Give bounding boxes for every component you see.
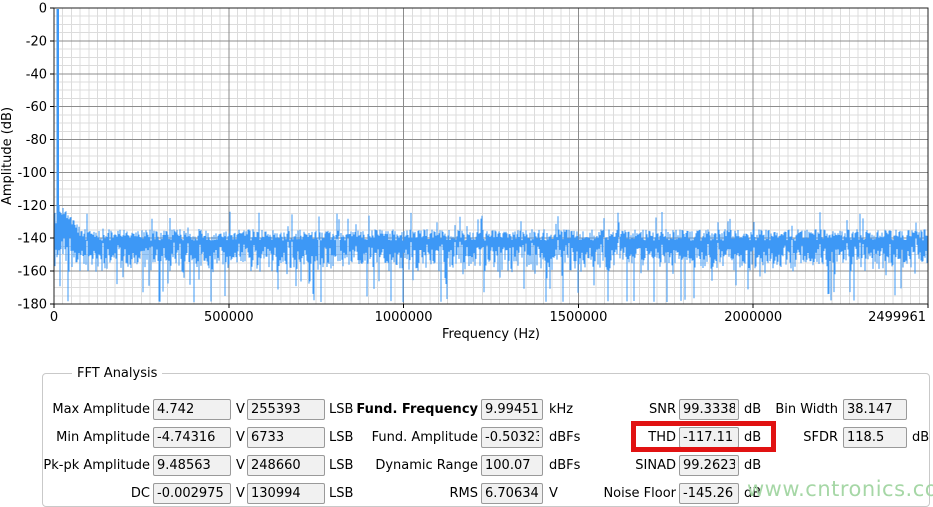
max-amplitude-label: Max Amplitude — [52, 402, 150, 417]
pkpk-amplitude-lsb-unit: LSB — [329, 458, 354, 473]
svg-text:500000: 500000 — [204, 310, 254, 325]
svg-text:-140: -140 — [17, 232, 47, 247]
sfdr-unit: dB — [912, 430, 930, 445]
svg-text:-20: -20 — [26, 34, 47, 49]
fund-amplitude-field[interactable]: -0.503238 — [481, 427, 543, 448]
panel-row-3: Pk-pk Amplitude 9.48563 V 248660 LSB Dyn… — [0, 455, 933, 476]
sfdr-label: SFDR — [803, 430, 838, 445]
sinad-unit: dB — [744, 458, 762, 473]
fund-frequency-label: Fund. Frequency — [356, 402, 478, 417]
noise-floor-label: Noise Floor — [603, 486, 676, 501]
watermark-text: www.cntronics.com — [747, 477, 933, 501]
sinad-field[interactable]: 99.2623 — [679, 455, 739, 476]
bin-width-field[interactable]: 38.147 — [843, 399, 907, 420]
dc-label: DC — [130, 486, 150, 501]
svg-text:Amplitude (dB): Amplitude (dB) — [0, 107, 15, 205]
dynamic-range-field[interactable]: 100.07 — [481, 455, 543, 476]
pkpk-amplitude-lsb-field[interactable]: 248660 — [247, 455, 325, 476]
rms-label: RMS — [449, 486, 478, 501]
rms-unit: V — [549, 486, 558, 501]
dc-v-unit: V — [236, 486, 245, 501]
svg-text:Frequency (Hz): Frequency (Hz) — [442, 327, 540, 342]
min-amplitude-lsb-field[interactable]: 6733 — [247, 427, 325, 448]
svg-text:-60: -60 — [26, 100, 47, 115]
thd-label: THD — [648, 430, 676, 445]
bin-width-label: Bin Width — [775, 402, 838, 417]
panel-row-1: Max Amplitude 4.742 V 255393 LSB Fund. F… — [0, 399, 933, 420]
pkpk-amplitude-v-field[interactable]: 9.48563 — [153, 455, 231, 476]
sinad-label: SINAD — [635, 458, 676, 473]
fft-spectrum-plot: 0 -20 -40 -60 -80 -100 -120 -140 -160 -180 0 500000… — [0, 0, 933, 352]
max-amplitude-v-field[interactable]: 4.742 — [153, 399, 231, 420]
dc-v-field[interactable]: -0.002975 — [153, 483, 231, 504]
svg-text:-180: -180 — [17, 298, 47, 313]
dynamic-range-label: Dynamic Range — [375, 458, 478, 473]
max-amplitude-v-unit: V — [236, 402, 245, 417]
snr-label: SNR — [648, 402, 676, 417]
dc-lsb-unit: LSB — [329, 486, 354, 501]
pkpk-amplitude-label: Pk-pk Amplitude — [43, 458, 150, 473]
min-amplitude-label: Min Amplitude — [56, 430, 150, 445]
dynamic-range-unit: dBFs — [549, 458, 581, 473]
svg-text:-160: -160 — [17, 265, 47, 280]
svg-text:-80: -80 — [26, 133, 47, 148]
min-amplitude-v-unit: V — [236, 430, 245, 445]
min-amplitude-v-field[interactable]: -4.74316 — [153, 427, 231, 448]
pkpk-amplitude-v-unit: V — [236, 458, 245, 473]
svg-text:1000000: 1000000 — [375, 310, 433, 325]
svg-text:0: 0 — [39, 2, 47, 17]
panel-row-2: Min Amplitude -4.74316 V 6733 LSB Fund. … — [0, 427, 933, 448]
fund-amplitude-label: Fund. Amplitude — [371, 430, 478, 445]
fft-analysis-title: FFT Analysis — [72, 366, 163, 381]
svg-text:0: 0 — [50, 310, 58, 325]
svg-text:2000000: 2000000 — [724, 310, 782, 325]
thd-field[interactable]: -117.11 — [679, 427, 739, 448]
svg-text:-40: -40 — [26, 67, 47, 82]
fund-frequency-unit: kHz — [549, 402, 574, 417]
dc-lsb-field[interactable]: 130994 — [247, 483, 325, 504]
max-amplitude-lsb-field[interactable]: 255393 — [247, 399, 325, 420]
svg-text:-100: -100 — [17, 166, 47, 181]
svg-text:1500000: 1500000 — [549, 310, 607, 325]
svg-text:2499961: 2499961 — [868, 310, 926, 325]
fund-frequency-field[interactable]: 9.99451 — [481, 399, 543, 420]
fund-amplitude-unit: dBFs — [549, 430, 581, 445]
spectrum-chart: 0-20-40-60-80-100-120-140-160-1800 500000… — [0, 2, 929, 342]
noise-floor-field[interactable]: -145.26 — [679, 483, 739, 504]
min-amplitude-lsb-unit: LSB — [329, 430, 354, 445]
max-amplitude-lsb-unit: LSB — [329, 402, 354, 417]
svg-text:-120: -120 — [17, 199, 47, 214]
sfdr-field[interactable]: 118.5 — [843, 427, 907, 448]
snr-field[interactable]: 99.3338 — [679, 399, 739, 420]
rms-field[interactable]: 6.70634 — [481, 483, 543, 504]
